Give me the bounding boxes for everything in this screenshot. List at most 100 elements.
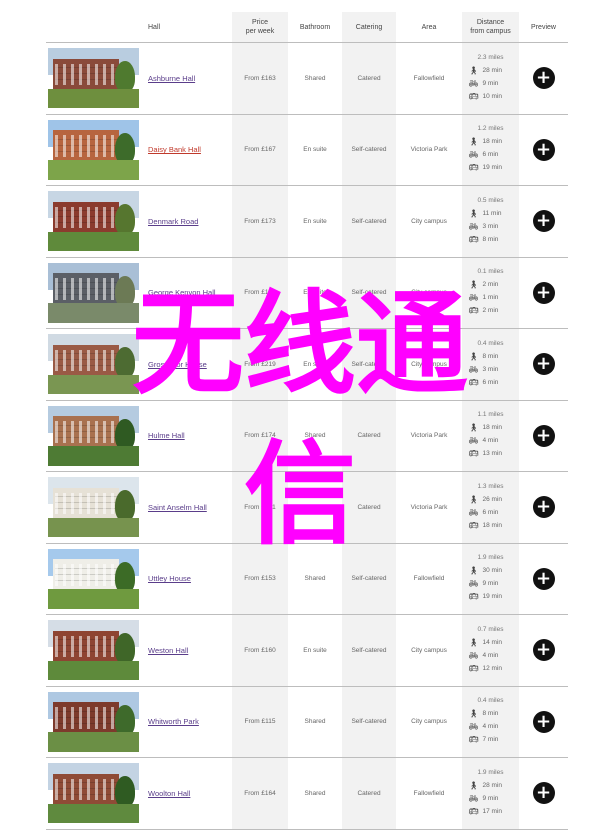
walk-time: 30 min [482, 567, 503, 575]
header-price[interactable]: Price per week [232, 12, 288, 42]
walking-icon: 🚶︎ [468, 351, 479, 361]
hall-name-link[interactable]: Uttley House [148, 574, 191, 583]
distance-cell: 1.1 miles 🚶︎ 18 min 🚲︎ 4 min 🚌︎ 13 min [462, 401, 519, 472]
header-area[interactable]: Area [396, 12, 462, 42]
catering-cell: Self-catered [351, 289, 387, 297]
plus-circle-icon[interactable]: + [532, 281, 555, 304]
catering-cell: Self-catered [351, 360, 387, 368]
table-row: Ashburne Hall From £163 Shared Catered F… [46, 42, 568, 114]
distance-miles: 0.1 miles [477, 268, 504, 276]
header-catering[interactable]: Catering [342, 12, 396, 42]
walking-icon: 🚶︎ [468, 137, 479, 147]
bathroom-cell: Shared [304, 74, 326, 82]
bathroom-cell: Shared [304, 789, 326, 797]
table-row: Uttley House From £153 Shared Self-cater… [46, 542, 568, 615]
hall-name-link[interactable]: Ashburne Hall [148, 74, 195, 83]
hall-photo[interactable] [48, 620, 139, 680]
hall-photo[interactable] [48, 691, 139, 752]
plus-circle-icon[interactable]: + [532, 496, 555, 519]
hall-name-link[interactable]: Weston Hall [148, 646, 188, 655]
bicycle-icon: 🚲︎ [468, 293, 479, 303]
bike-time: 3 min [482, 222, 499, 230]
bus-time: 7 min [482, 736, 499, 744]
bike-time: 9 min [482, 580, 499, 588]
distance-cell: 0.7 miles 🚶︎ 14 min 🚲︎ 4 min 🚌︎ 12 min [462, 615, 519, 686]
bus-time: 13 min [482, 450, 503, 458]
price-cell: From £171 [244, 503, 276, 511]
hall-name-link[interactable]: Whitworth Park [148, 717, 199, 726]
bicycle-icon: 🚲︎ [468, 579, 479, 589]
bus-time: 18 min [482, 521, 503, 529]
hall-photo[interactable] [48, 477, 139, 537]
area-cell: Victoria Park [410, 146, 448, 154]
hall-name-link[interactable]: Grosvenor House [148, 360, 207, 369]
table-row: Daisy Bank Hall From £167 En suite Self-… [46, 113, 568, 186]
distance-cell: 0.4 miles 🚶︎ 8 min 🚲︎ 4 min 🚌︎ 7 min [462, 687, 519, 758]
hall-photo[interactable] [48, 334, 139, 394]
plus-circle-icon[interactable]: + [532, 353, 555, 376]
plus-circle-icon[interactable]: + [532, 210, 555, 233]
walking-icon: 🚶︎ [468, 566, 479, 576]
hall-photo[interactable] [48, 119, 139, 180]
price-cell: From £162 [244, 289, 276, 297]
walk-time: 18 min [482, 138, 503, 146]
plus-circle-icon[interactable]: + [532, 567, 555, 590]
bus-icon: 🚌︎ [468, 306, 479, 316]
distance-miles: 1.3 miles [477, 482, 504, 490]
hall-photo[interactable] [48, 262, 139, 323]
hall-name-link[interactable]: Denmark Road [148, 217, 198, 226]
area-cell: City campus [411, 646, 447, 654]
area-cell: Victoria Park [410, 432, 448, 440]
walk-time: 2 min [482, 281, 499, 289]
bus-icon: 🚌︎ [468, 806, 479, 816]
hall-photo[interactable] [48, 763, 139, 823]
bus-icon: 🚌︎ [468, 234, 479, 244]
bus-icon: 🚌︎ [468, 163, 479, 173]
walking-icon: 🚶︎ [468, 65, 479, 75]
catering-cell: Catered [357, 503, 381, 511]
plus-circle-icon[interactable]: + [532, 782, 555, 805]
catering-cell: Self-catered [351, 646, 387, 654]
walk-time: 8 min [482, 710, 499, 718]
hall-photo[interactable] [48, 48, 139, 108]
walk-time: 18 min [482, 424, 503, 432]
distance-cell: 1.9 miles 🚶︎ 30 min 🚲︎ 9 min 🚌︎ 19 min [462, 544, 519, 615]
distance-miles: 0.5 miles [477, 196, 504, 204]
area-cell: City campus [411, 289, 447, 297]
plus-circle-icon[interactable]: + [532, 67, 555, 90]
bicycle-icon: 🚲︎ [468, 78, 479, 88]
hall-name-link[interactable]: George Kenyon Hall [148, 288, 216, 297]
bicycle-icon: 🚲︎ [468, 507, 479, 517]
hall-name-link[interactable]: Woolton Hall [148, 789, 190, 798]
walking-icon: 🚶︎ [468, 208, 479, 218]
hall-name-link[interactable]: Hulme Hall [148, 431, 185, 440]
distance-cell: 1.2 miles 🚶︎ 18 min 🚲︎ 6 min 🚌︎ 19 min [462, 115, 519, 186]
bus-icon: 🚌︎ [468, 592, 479, 602]
plus-circle-icon[interactable]: + [532, 710, 555, 733]
hall-name-link[interactable]: Saint Anselm Hall [148, 503, 207, 512]
bus-icon: 🚌︎ [468, 91, 479, 101]
price-cell: From £174 [244, 432, 276, 440]
bus-icon: 🚌︎ [468, 449, 479, 459]
hall-name-link[interactable]: Daisy Bank Hall [148, 145, 201, 154]
hall-photo[interactable] [48, 548, 139, 609]
hall-photo[interactable] [48, 191, 139, 251]
walking-icon: 🚶︎ [468, 494, 479, 504]
hall-photo[interactable] [48, 405, 139, 466]
header-distance[interactable]: Distance from campus [462, 12, 519, 42]
bicycle-icon: 🚲︎ [468, 150, 479, 160]
plus-circle-icon[interactable]: + [532, 138, 555, 161]
plus-circle-icon[interactable]: + [532, 639, 555, 662]
bus-icon: 🚌︎ [468, 520, 479, 530]
bike-time: 6 min [482, 151, 499, 159]
plus-circle-icon[interactable]: + [532, 424, 555, 447]
bike-time: 4 min [482, 723, 499, 731]
header-hall[interactable]: Hall [148, 12, 228, 42]
bathroom-cell: Shared [304, 432, 326, 440]
bus-icon: 🚌︎ [468, 377, 479, 387]
area-cell: City campus [411, 718, 447, 726]
price-cell: From £167 [244, 146, 276, 154]
distance-miles: 1.1 miles [477, 411, 504, 419]
header-bathroom[interactable]: Bathroom [288, 12, 342, 42]
bicycle-icon: 🚲︎ [468, 436, 479, 446]
